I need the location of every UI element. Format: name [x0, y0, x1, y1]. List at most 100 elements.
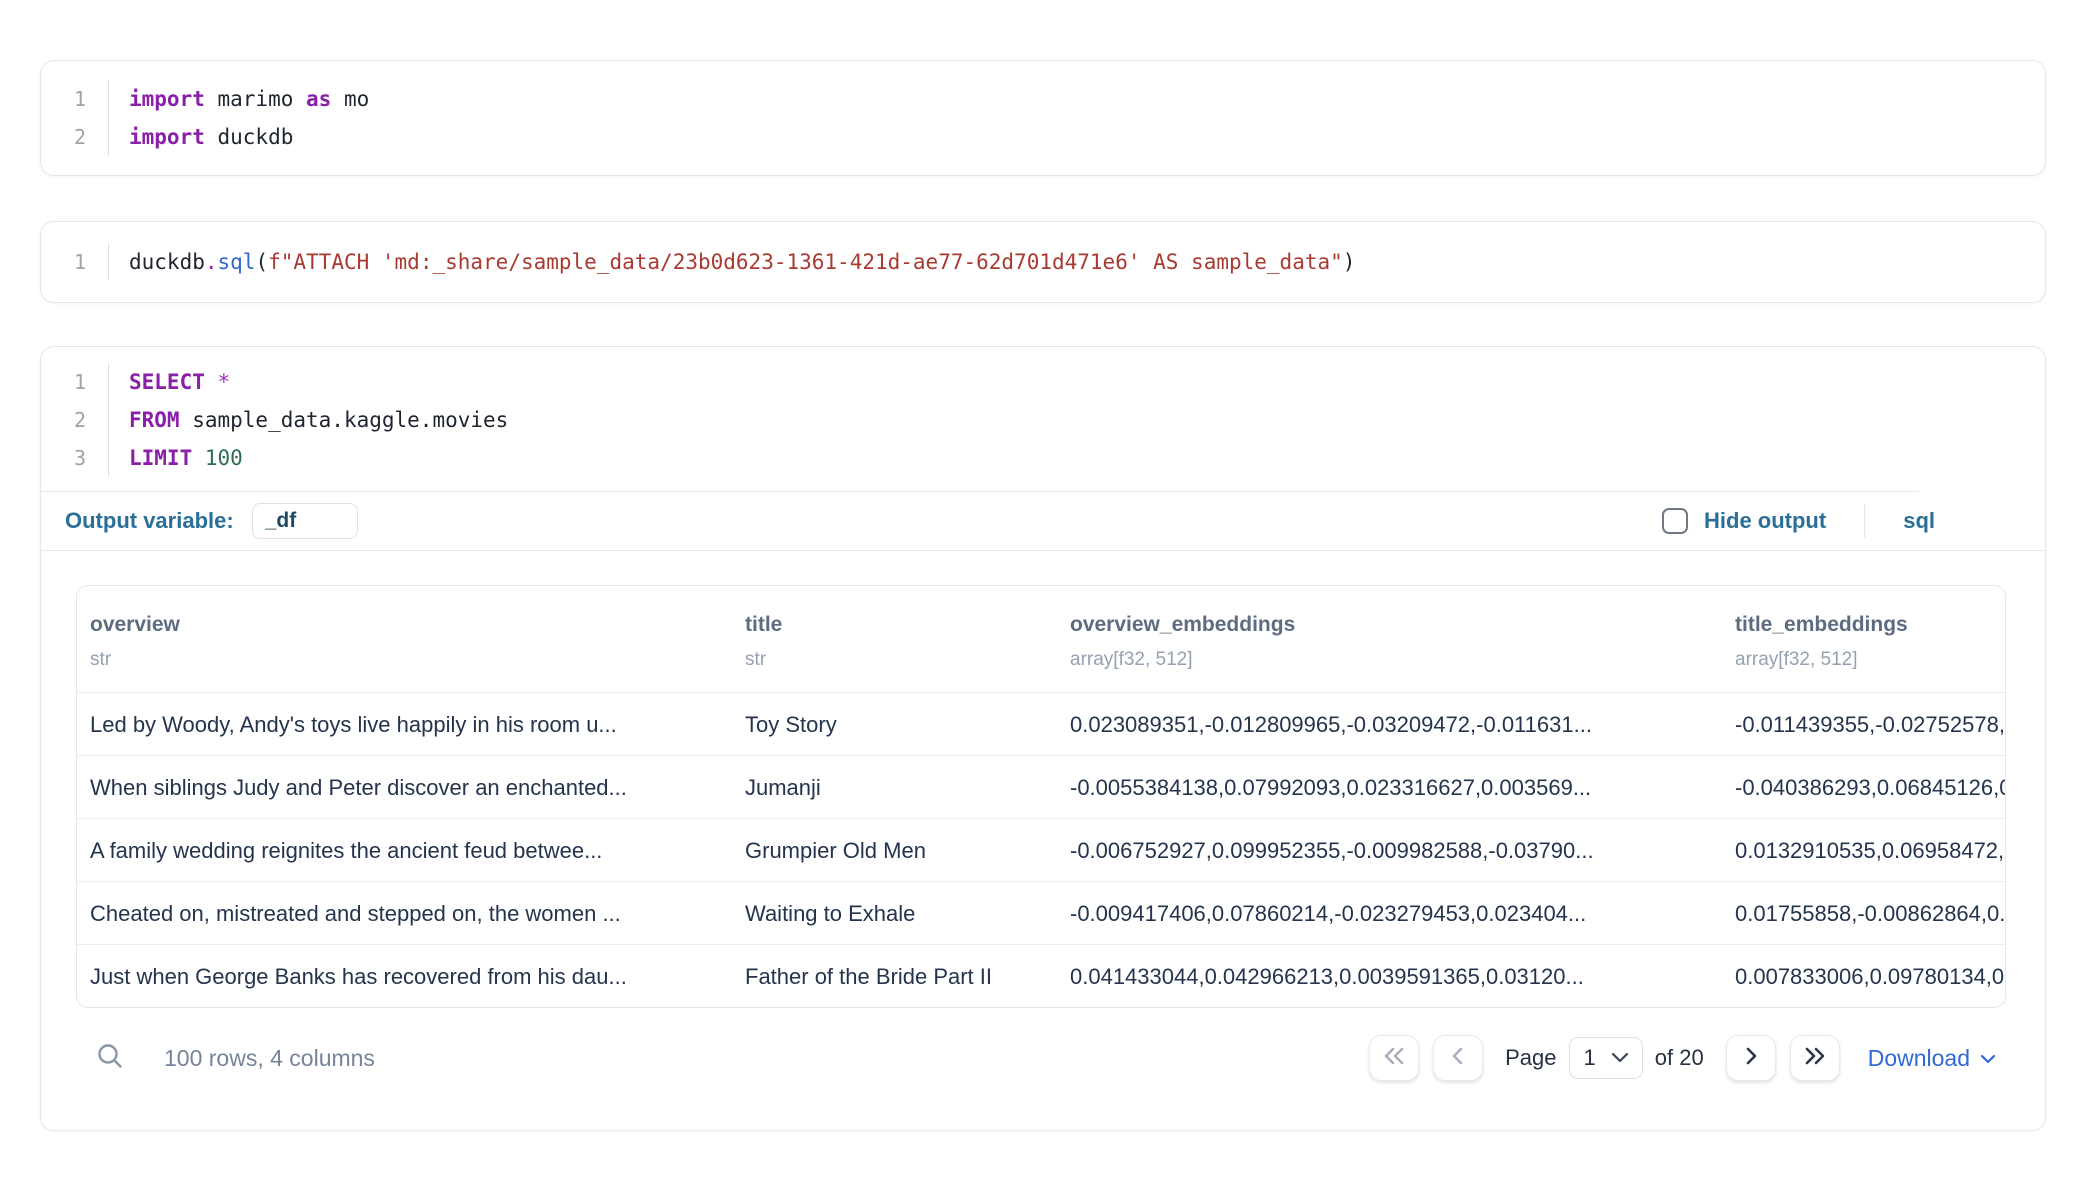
- chevron-down-icon: [1610, 1045, 1630, 1071]
- cell-output-area: overview str title str overview_embeddin…: [41, 551, 2045, 1130]
- cell-title: Father of the Bride Part II: [732, 944, 1057, 1007]
- column-name[interactable]: title_embeddings: [1735, 610, 2006, 640]
- line-number: 1: [41, 363, 109, 401]
- code-cell-attach[interactable]: 1 duckdb.sql(f"ATTACH 'md:_share/sample_…: [40, 221, 2046, 303]
- code-token: as: [306, 87, 331, 111]
- dataframe-table: overview str title str overview_embeddin…: [76, 585, 2006, 1008]
- cell-title: Grumpier Old Men: [732, 818, 1057, 881]
- line-number: 1: [41, 243, 109, 281]
- code-token: 100: [205, 446, 243, 470]
- cell-overview: Just when George Banks has recovered fro…: [77, 944, 732, 1007]
- column-type: str: [90, 648, 732, 672]
- code-token: duckdb: [129, 250, 205, 274]
- cell-title-embeddings: 0.007833006,0.09780134,0.0440215: [1722, 944, 2006, 1007]
- cell-title-embeddings: -0.040386293,0.06845126,0.0132875: [1722, 755, 2006, 818]
- code-line[interactable]: 2 FROM sample_data.kaggle.movies: [41, 401, 2045, 439]
- sql-cell: 1 SELECT * 2 FROM sample_data.kaggle.mov…: [40, 346, 2046, 1131]
- code-content[interactable]: SELECT *: [109, 363, 230, 401]
- chevrons-right-icon: [1802, 1045, 1828, 1072]
- code-token: sample_data.kaggle.movies: [180, 408, 509, 432]
- code-line[interactable]: 3 LIMIT 100: [41, 439, 2045, 477]
- cell-title-embeddings: -0.011439355,-0.02752578,-0.0441026: [1722, 692, 2006, 755]
- code-token: sql: [218, 250, 256, 274]
- code-content[interactable]: duckdb.sql(f"ATTACH 'md:_share/sample_da…: [109, 243, 1355, 281]
- code-token: [192, 446, 205, 470]
- code-content[interactable]: import marimo as mo: [109, 80, 369, 118]
- page-select[interactable]: 1: [1569, 1037, 1643, 1079]
- cell-overview-embeddings: 0.041433044,0.042966213,0.0039591365,0.0…: [1057, 944, 1722, 1007]
- hide-output-label[interactable]: Hide output: [1704, 508, 1826, 534]
- column-type: array[f32, 512]: [1070, 648, 1722, 672]
- language-badge[interactable]: sql: [1903, 508, 1935, 534]
- output-variable-label: Output variable:: [65, 508, 234, 534]
- table-row[interactable]: When siblings Judy and Peter discover an…: [77, 755, 2005, 818]
- cell-overview-embeddings: -0.0055384138,0.07992093,0.023316627,0.0…: [1057, 755, 1722, 818]
- cell-overview: When siblings Judy and Peter discover an…: [77, 755, 732, 818]
- code-line[interactable]: 2 import duckdb: [41, 118, 2045, 156]
- table-row[interactable]: A family wedding reignites the ancient f…: [77, 818, 2005, 881]
- code-cell-imports[interactable]: 1 import marimo as mo 2 import duckdb: [40, 60, 2046, 176]
- code-token: duckdb: [205, 125, 294, 149]
- chevrons-left-icon: [1381, 1045, 1407, 1072]
- column-header-title[interactable]: title str: [732, 610, 1057, 672]
- column-header-overview[interactable]: overview str: [77, 610, 732, 672]
- download-button[interactable]: Download: [1868, 1045, 1997, 1072]
- code-line[interactable]: 1 duckdb.sql(f"ATTACH 'md:_share/sample_…: [41, 243, 2045, 281]
- column-header-overview-embeddings[interactable]: overview_embeddings array[f32, 512]: [1057, 610, 1722, 672]
- chevron-right-icon: [1740, 1045, 1762, 1072]
- cell-overview: Led by Woody, Andy's toys live happily i…: [77, 692, 732, 755]
- page-label: Page: [1505, 1045, 1556, 1071]
- next-page-button[interactable]: [1726, 1035, 1776, 1081]
- prev-page-button[interactable]: [1433, 1035, 1483, 1081]
- line-number: 2: [41, 118, 109, 156]
- code-token: import: [129, 87, 205, 111]
- table-row[interactable]: Just when George Banks has recovered fro…: [77, 944, 2005, 1007]
- search-button[interactable]: [94, 1042, 126, 1074]
- cell-title: Toy Story: [732, 692, 1057, 755]
- table-row[interactable]: Led by Woody, Andy's toys live happily i…: [77, 692, 2005, 755]
- row-count-summary: 100 rows, 4 columns: [164, 1045, 375, 1072]
- code-content[interactable]: LIMIT 100: [109, 439, 243, 477]
- column-name[interactable]: overview: [90, 610, 732, 640]
- hide-output-checkbox[interactable]: [1662, 508, 1688, 534]
- code-token: marimo: [205, 87, 306, 111]
- cell-title: Jumanji: [732, 755, 1057, 818]
- code-token: mo: [331, 87, 369, 111]
- code-token: [205, 370, 218, 394]
- table-row[interactable]: Cheated on, mistreated and stepped on, t…: [77, 881, 2005, 944]
- cell-overview-embeddings: -0.009417406,0.07860214,-0.023279453,0.0…: [1057, 881, 1722, 944]
- code-token: SELECT: [129, 370, 205, 394]
- output-variable-input[interactable]: [252, 503, 358, 539]
- chevron-down-icon: [1979, 1045, 1997, 1072]
- column-name[interactable]: title: [745, 610, 1057, 640]
- cell-overview-embeddings: -0.006752927,0.099952355,-0.009982588,-0…: [1057, 818, 1722, 881]
- line-number: 3: [41, 439, 109, 477]
- code-token: import: [129, 125, 205, 149]
- page-select-value: 1: [1584, 1045, 1596, 1071]
- table-footer: 100 rows, 4 columns Page 1 of 20 Downloa…: [76, 1010, 2045, 1106]
- search-icon: [95, 1041, 125, 1076]
- line-number: 2: [41, 401, 109, 439]
- download-label: Download: [1868, 1045, 1970, 1072]
- last-page-button[interactable]: [1790, 1035, 1840, 1081]
- line-number: 1: [41, 80, 109, 118]
- column-name[interactable]: overview_embeddings: [1070, 610, 1722, 640]
- pagination: Page 1 of 20 Download: [1369, 1035, 1997, 1081]
- first-page-button[interactable]: [1369, 1035, 1419, 1081]
- divider: [1864, 504, 1865, 538]
- cell-title-embeddings: 0.01755858,-0.00862864,0.0314520: [1722, 881, 2006, 944]
- code-line[interactable]: 1 import marimo as mo: [41, 80, 2045, 118]
- code-content[interactable]: import duckdb: [109, 118, 293, 156]
- code-token: FROM: [129, 408, 180, 432]
- code-line[interactable]: 1 SELECT *: [41, 363, 2045, 401]
- column-type: array[f32, 512]: [1735, 648, 2006, 672]
- cell-title: Waiting to Exhale: [732, 881, 1057, 944]
- code-token: *: [218, 370, 231, 394]
- page-total-label: of 20: [1655, 1045, 1704, 1071]
- cell-overview-embeddings: 0.023089351,-0.012809965,-0.03209472,-0.…: [1057, 692, 1722, 755]
- cell-title-embeddings: 0.0132910535,0.06958472,0.0221054: [1722, 818, 2006, 881]
- cell-overview: A family wedding reignites the ancient f…: [77, 818, 732, 881]
- code-content[interactable]: FROM sample_data.kaggle.movies: [109, 401, 508, 439]
- code-token: ): [1343, 250, 1356, 274]
- column-header-title-embeddings[interactable]: title_embeddings array[f32, 512]: [1722, 610, 2006, 672]
